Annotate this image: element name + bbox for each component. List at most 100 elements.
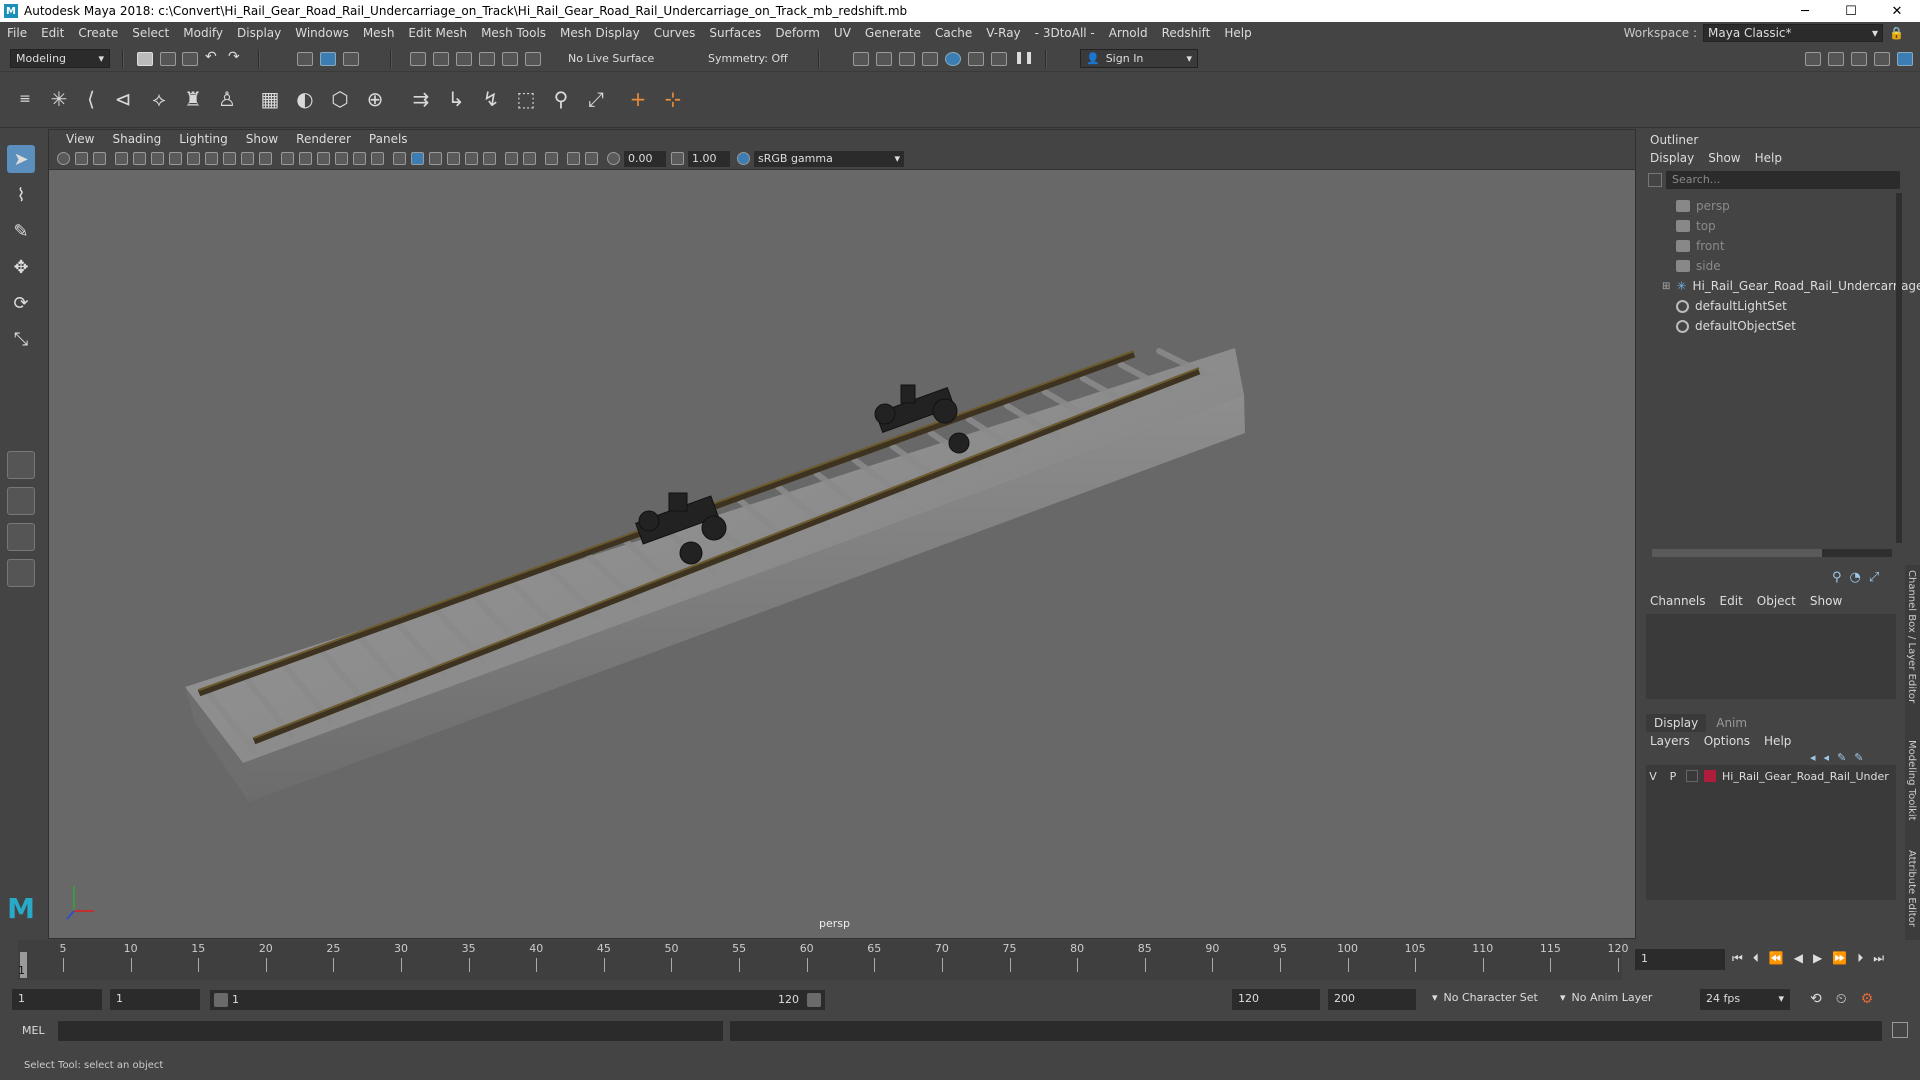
symmetry-dropdown[interactable]: Symmetry: Off: [703, 49, 803, 68]
menu-display[interactable]: Display: [230, 26, 288, 40]
snap-point-icon[interactable]: [456, 52, 472, 66]
channel-box-icon[interactable]: [1897, 52, 1913, 66]
smooth-shade-icon[interactable]: [299, 152, 312, 165]
channelbox-menu-object[interactable]: Object: [1757, 594, 1796, 608]
safe-title-icon[interactable]: [259, 152, 272, 165]
wrap-deformer-icon[interactable]: ↳: [443, 86, 469, 112]
range-slider-start-handle[interactable]: [214, 993, 228, 1007]
paint-select-icon[interactable]: ✎: [7, 217, 35, 245]
wireframe-icon[interactable]: [281, 152, 294, 165]
layer-visibility-toggle[interactable]: V: [1646, 770, 1660, 783]
go-to-start-icon[interactable]: ⏮: [1732, 951, 1743, 966]
select-camera-icon[interactable]: [75, 152, 88, 165]
time-slider[interactable]: 5 10 15 20 25 30 35 40 45 50 55 60 65 70 75 80 85 90 95 100…: [18, 940, 1629, 980]
scale-tool-icon[interactable]: ⤡: [7, 325, 35, 353]
wireframe-on-shaded-icon[interactable]: [317, 152, 330, 165]
pole-vector-icon[interactable]: ⊹: [660, 86, 686, 112]
menu-redshift[interactable]: Redshift: [1155, 26, 1218, 40]
ipr-render-icon[interactable]: [899, 52, 915, 66]
select-hierarchy-icon[interactable]: [297, 52, 313, 66]
outliner-horizontal-scrollbar[interactable]: [1652, 549, 1892, 557]
hypershade-icon[interactable]: [945, 52, 961, 66]
select-component-icon[interactable]: [343, 52, 359, 66]
shelf-menu-icon[interactable]: ≡: [12, 86, 38, 112]
menu-modify[interactable]: Modify: [176, 26, 230, 40]
outliner-layout-icon[interactable]: [7, 559, 35, 587]
snap-curve-icon[interactable]: [433, 52, 449, 66]
isolate-select-icon[interactable]: [447, 152, 460, 165]
menu-vray[interactable]: V-Ray: [979, 26, 1027, 40]
maximize-button[interactable]: ☐: [1828, 0, 1874, 22]
snap-vertex-icon[interactable]: [525, 52, 541, 66]
step-forward-key-icon[interactable]: ⏵: [1857, 951, 1863, 966]
menu-create[interactable]: Create: [71, 26, 125, 40]
menu-select[interactable]: Select: [125, 26, 176, 40]
lock-icon[interactable]: 🔒: [1889, 26, 1904, 40]
step-back-frame-icon[interactable]: ⏪: [1769, 951, 1784, 966]
render-sequence-icon[interactable]: [876, 52, 892, 66]
isolate-icon[interactable]: [545, 152, 558, 165]
four-view-layout-icon[interactable]: [7, 487, 35, 515]
undo-icon[interactable]: ↶: [205, 49, 221, 65]
motion-blur-icon[interactable]: [483, 152, 496, 165]
outliner-item-defaultobjectset[interactable]: defaultObjectSet: [1676, 317, 1796, 335]
menu-windows[interactable]: Windows: [288, 26, 356, 40]
step-forward-frame-icon[interactable]: ⏩: [1832, 951, 1847, 966]
tool-settings-icon[interactable]: [1874, 52, 1890, 66]
outliner-item-front[interactable]: front: [1676, 237, 1725, 255]
exposure-icon[interactable]: [607, 152, 620, 165]
aim-constraint-icon[interactable]: ⤢: [583, 86, 609, 112]
vp-menu-shading[interactable]: Shading: [103, 132, 170, 146]
range-slider[interactable]: 1 120: [210, 990, 825, 1010]
menu-deform[interactable]: Deform: [768, 26, 827, 40]
filter-icon[interactable]: [1648, 173, 1662, 187]
channelbox-menu-show[interactable]: Show: [1810, 594, 1842, 608]
single-perspective-layout-icon[interactable]: [7, 451, 35, 479]
lock-camera-icon[interactable]: [93, 152, 106, 165]
gamma-icon[interactable]: [671, 152, 684, 165]
menu-uv[interactable]: UV: [827, 26, 858, 40]
playback-end-field[interactable]: 120: [1232, 989, 1320, 1010]
select-tool-icon[interactable]: ➤: [7, 145, 35, 173]
lasso-tool-icon[interactable]: ⌇: [7, 181, 35, 209]
outliner-item-side[interactable]: side: [1676, 257, 1721, 275]
xray-joints-icon[interactable]: [429, 152, 442, 165]
layer-type-toggle[interactable]: [1686, 770, 1698, 782]
menu-mesh-tools[interactable]: Mesh Tools: [474, 26, 553, 40]
vp-menu-panels[interactable]: Panels: [360, 132, 417, 146]
exposure-field[interactable]: 0.00: [624, 151, 666, 167]
outliner-item-defaultlightset[interactable]: defaultLightSet: [1676, 297, 1787, 315]
redo-icon[interactable]: ↷: [228, 49, 244, 65]
outliner-item-model-group[interactable]: ⊞ ✳ Hi_Rail_Gear_Road_Rail_Undercarriage…: [1662, 277, 1920, 295]
menu-3dtoall[interactable]: - 3DtoAll -: [1028, 26, 1102, 40]
depth-of-field-icon[interactable]: [523, 152, 536, 165]
viewport-panel[interactable]: View Shading Lighting Show Renderer Pane…: [48, 129, 1636, 939]
menu-generate[interactable]: Generate: [858, 26, 928, 40]
side-tab-channel-box[interactable]: Channel Box / Layer Editor: [1906, 570, 1917, 703]
character-controls-icon[interactable]: [1828, 52, 1844, 66]
menu-edit[interactable]: Edit: [34, 26, 71, 40]
auto-key-icon[interactable]: ⏲: [1836, 991, 1847, 1007]
fps-dropdown[interactable]: 24 fps ▾: [1700, 989, 1790, 1010]
menu-mesh-display[interactable]: Mesh Display: [553, 26, 647, 40]
locator-icon[interactable]: +: [625, 86, 651, 112]
outliner-vertical-scrollbar[interactable]: [1896, 193, 1902, 543]
command-input[interactable]: [58, 1021, 723, 1041]
menu-help[interactable]: Help: [1217, 26, 1258, 40]
sculpt-icon[interactable]: ◐: [292, 86, 318, 112]
start-time-field[interactable]: 1: [12, 989, 102, 1010]
outliner-item-persp[interactable]: persp: [1676, 197, 1730, 215]
close-button[interactable]: ✕: [1874, 0, 1920, 22]
channelbox-menu-edit[interactable]: Edit: [1720, 594, 1743, 608]
new-layer-icon[interactable]: ✎: [1837, 751, 1846, 764]
vp-menu-show[interactable]: Show: [237, 132, 287, 146]
channelbox-menu-channels[interactable]: Channels: [1650, 594, 1706, 608]
menu-curves[interactable]: Curves: [647, 26, 703, 40]
attribute-editor-icon[interactable]: [1851, 52, 1867, 66]
ik-spline-icon[interactable]: ⊲: [110, 86, 136, 112]
select-object-icon[interactable]: [320, 52, 336, 66]
snap-grid-icon[interactable]: [410, 52, 426, 66]
camera-attributes-icon[interactable]: [57, 152, 70, 165]
cluster-icon[interactable]: ⊕: [362, 86, 388, 112]
snap-surface-icon[interactable]: [502, 52, 518, 66]
